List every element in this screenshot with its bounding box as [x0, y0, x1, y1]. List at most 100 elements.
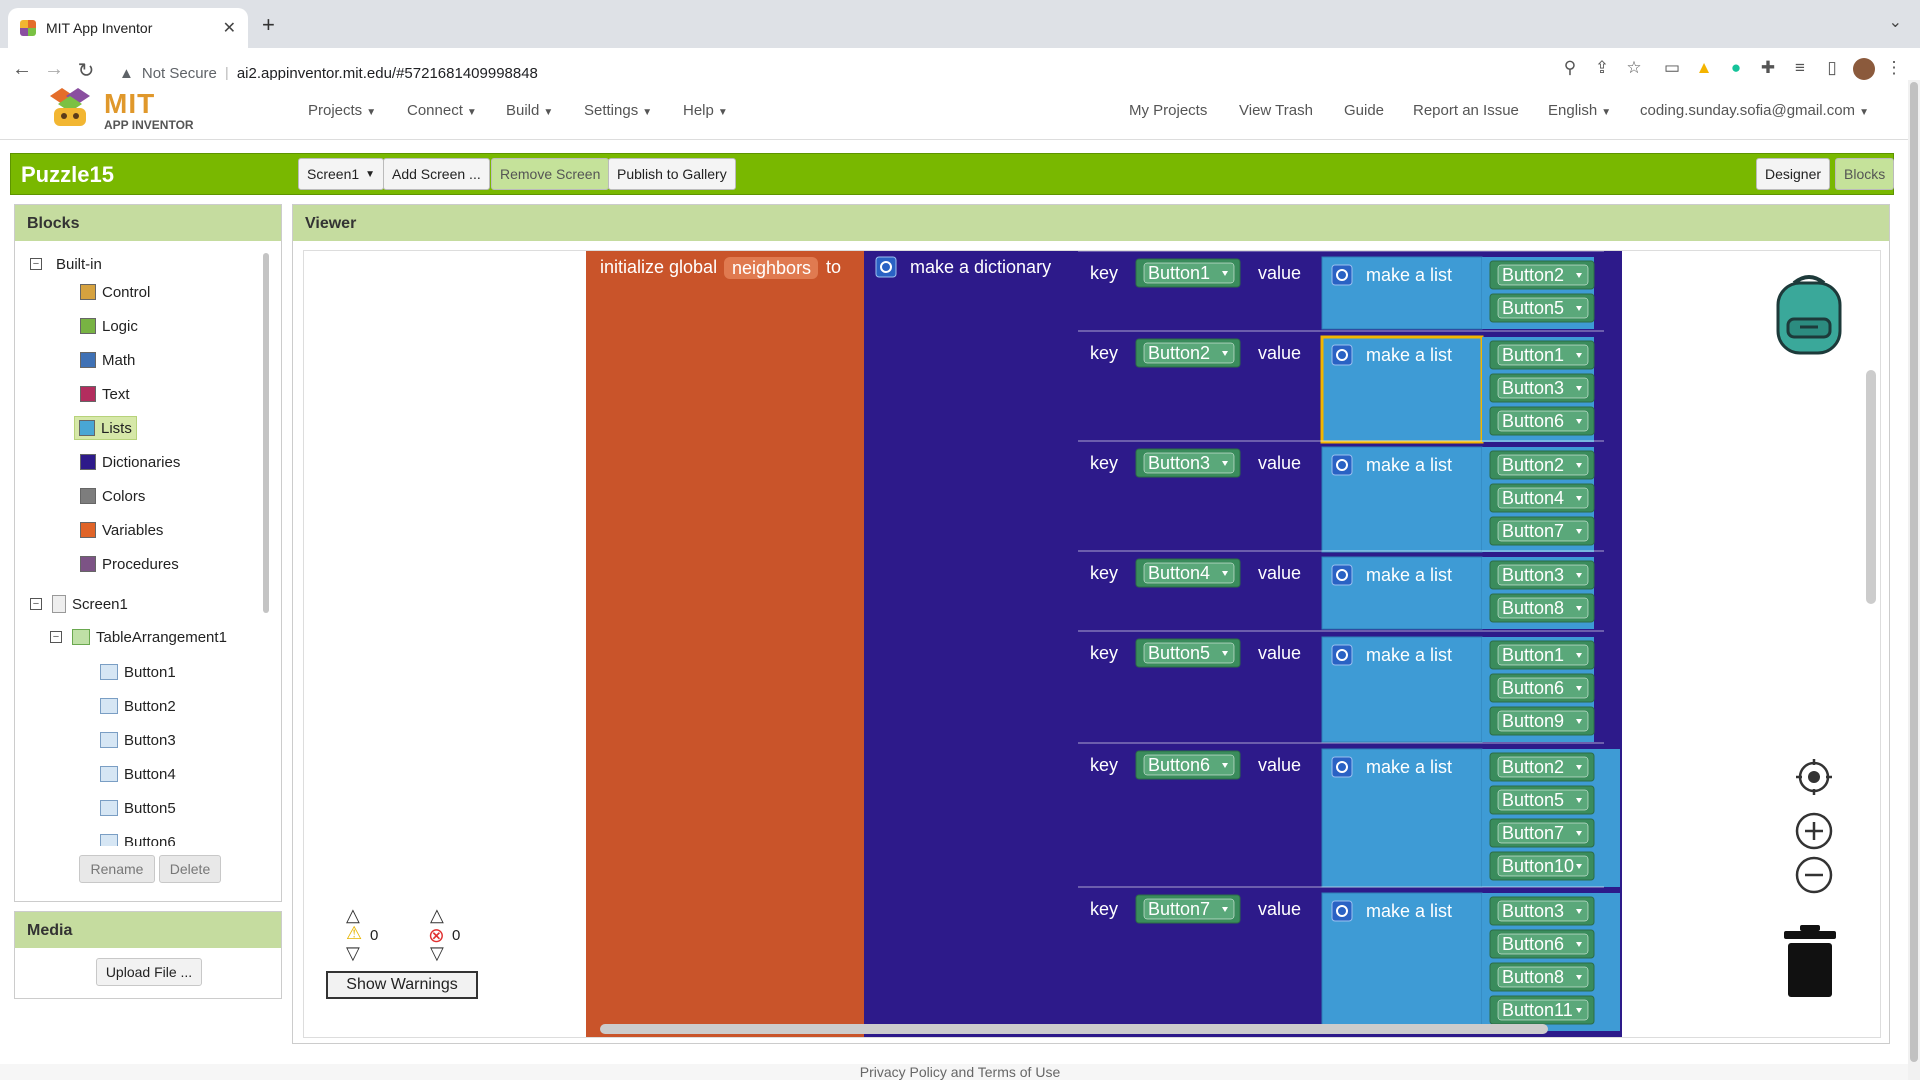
list-item-component-block[interactable]: Button10: [1489, 851, 1595, 881]
error-next-arrow-icon[interactable]: ▽: [430, 943, 444, 964]
tree-screen1[interactable]: − Screen1: [30, 592, 128, 616]
list-item-component-block[interactable]: Button4: [1489, 483, 1595, 513]
upload-file-button[interactable]: Upload File ...: [96, 958, 202, 986]
tree-builtin-procedures[interactable]: Procedures: [80, 552, 179, 576]
tree-builtin[interactable]: − Built-in: [30, 252, 102, 276]
tree-builtin-dictionaries[interactable]: Dictionaries: [80, 450, 180, 474]
key-component-block[interactable]: Button7: [1135, 894, 1241, 924]
key-component-block[interactable]: Button1: [1135, 258, 1241, 288]
link-guide[interactable]: Guide: [1344, 102, 1384, 119]
list-item-component-block[interactable]: Button3: [1489, 896, 1595, 926]
close-tab-icon[interactable]: ✕: [223, 18, 236, 38]
mutator-gear-icon[interactable]: [1331, 344, 1353, 366]
key-component-block[interactable]: Button2: [1135, 338, 1241, 368]
list-item-component-block[interactable]: Button3: [1489, 373, 1595, 403]
zoom-out-icon[interactable]: [1794, 855, 1834, 895]
page-scrollbar-thumb[interactable]: [1910, 82, 1918, 1062]
delete-button[interactable]: Delete: [159, 855, 221, 883]
list-item-component-block[interactable]: Button2: [1489, 260, 1595, 290]
variable-block-body[interactable]: [586, 251, 866, 1038]
zoom-icon[interactable]: ⚲: [1558, 58, 1582, 78]
list-item-component-block[interactable]: Button8: [1489, 962, 1595, 992]
list-item-component-block[interactable]: Button1: [1489, 340, 1595, 370]
list-item-component-block[interactable]: Button6: [1489, 406, 1595, 436]
publish-to-gallery-button[interactable]: Publish to Gallery: [608, 158, 736, 190]
tree-builtin-math[interactable]: Math: [80, 348, 135, 372]
list-item-component-block[interactable]: Button3: [1489, 560, 1595, 590]
menu-account[interactable]: coding.sunday.sofia@gmail.com ▼: [1640, 102, 1869, 119]
blocks-canvas[interactable]: initialize global neighbors to make a dicti…: [304, 251, 1881, 1038]
menu-connect[interactable]: Connect ▼: [407, 102, 477, 119]
cast-icon[interactable]: ▭: [1660, 58, 1684, 78]
tree-builtin-lists[interactable]: Lists: [74, 416, 137, 440]
extensions-puzzle-icon[interactable]: ✚: [1756, 58, 1780, 78]
menu-build[interactable]: Build ▼: [506, 102, 553, 119]
list-item-component-block[interactable]: Button6: [1489, 673, 1595, 703]
link-report-issue[interactable]: Report an Issue: [1413, 102, 1519, 119]
mutator-gear-icon[interactable]: [1331, 900, 1353, 922]
screen-select[interactable]: Screen1 ▼: [298, 158, 385, 190]
list-item-component-block[interactable]: Button11: [1489, 995, 1595, 1025]
mutator-gear-icon[interactable]: [1331, 454, 1353, 476]
tree-component-button3[interactable]: Button3: [100, 728, 176, 752]
menu-language[interactable]: English ▼: [1548, 102, 1611, 119]
mutator-gear-icon[interactable]: [1331, 264, 1353, 286]
mutator-gear-icon[interactable]: [1331, 644, 1353, 666]
remove-screen-button[interactable]: Remove Screen: [491, 158, 610, 190]
collapse-icon[interactable]: −: [30, 258, 42, 270]
share-icon[interactable]: ⇪: [1590, 58, 1614, 78]
footer-link[interactable]: Privacy Policy and Terms of Use: [0, 1064, 1920, 1080]
tree-component-button5[interactable]: Button5: [100, 796, 176, 820]
trash-can-icon[interactable]: [1780, 923, 1840, 999]
drive-icon[interactable]: ▲: [1692, 58, 1716, 78]
blocks-button[interactable]: Blocks: [1835, 158, 1895, 190]
tree-builtin-variables[interactable]: Variables: [80, 518, 163, 542]
list-item-component-block[interactable]: Button5: [1489, 785, 1595, 815]
rename-button[interactable]: Rename: [79, 855, 155, 883]
browser-tab[interactable]: MIT App Inventor ✕: [8, 8, 248, 48]
tree-component-button2[interactable]: Button2: [100, 694, 176, 718]
link-my-projects[interactable]: My Projects: [1129, 102, 1207, 119]
zoom-in-icon[interactable]: [1794, 811, 1834, 851]
collapse-icon[interactable]: −: [30, 598, 42, 610]
profile-avatar[interactable]: [1853, 58, 1875, 80]
side-panel-icon[interactable]: ▯: [1820, 58, 1844, 78]
list-item-component-block[interactable]: Button7: [1489, 818, 1595, 848]
list-item-component-block[interactable]: Button7: [1489, 516, 1595, 546]
bookmark-star-icon[interactable]: ☆: [1622, 58, 1646, 78]
backpack-icon[interactable]: [1764, 269, 1854, 359]
add-screen-button[interactable]: Add Screen ...: [383, 158, 490, 190]
blocks-workspace[interactable]: initialize global neighbors to make a dicti…: [303, 250, 1881, 1038]
tree-component-button6[interactable]: Button6: [100, 830, 176, 846]
mutator-gear-icon[interactable]: [1331, 564, 1353, 586]
list-item-component-block[interactable]: Button2: [1489, 450, 1595, 480]
tree-component-button1[interactable]: Button1: [100, 660, 176, 684]
warning-next-arrow-icon[interactable]: ▽: [346, 943, 360, 964]
reading-list-icon[interactable]: ≡: [1788, 58, 1812, 78]
list-item-component-block[interactable]: Button5: [1489, 293, 1595, 323]
link-view-trash[interactable]: View Trash: [1239, 102, 1313, 119]
recenter-target-icon[interactable]: [1794, 757, 1834, 797]
collapse-icon[interactable]: −: [50, 631, 62, 643]
tree-component-button4[interactable]: Button4: [100, 762, 176, 786]
list-item-component-block[interactable]: Button1: [1489, 640, 1595, 670]
page-scrollbar[interactable]: [1908, 80, 1920, 1080]
tree-builtin-text[interactable]: Text: [80, 382, 130, 406]
dictionary-block-body[interactable]: [864, 251, 1082, 1038]
mutator-gear-icon[interactable]: [1331, 756, 1353, 778]
tab-search-chevron-icon[interactable]: ⌄: [1889, 12, 1902, 32]
list-item-component-block[interactable]: Button2: [1489, 752, 1595, 782]
tree-builtin-colors[interactable]: Colors: [80, 484, 145, 508]
app-inventor-logo[interactable]: MIT APP INVENTOR: [44, 84, 204, 134]
workspace-horizontal-scrollbar[interactable]: [600, 1024, 1548, 1034]
menu-settings[interactable]: Settings ▼: [584, 102, 652, 119]
tree-table-arrangement[interactable]: − TableArrangement1: [50, 625, 227, 649]
key-component-block[interactable]: Button6: [1135, 750, 1241, 780]
menu-help[interactable]: Help ▼: [683, 102, 728, 119]
workspace-vertical-scrollbar[interactable]: [1866, 370, 1876, 604]
key-component-block[interactable]: Button4: [1135, 558, 1241, 588]
designer-button[interactable]: Designer: [1756, 158, 1831, 190]
menu-projects[interactable]: Projects ▼: [308, 102, 376, 119]
list-item-component-block[interactable]: Button9: [1489, 706, 1595, 736]
list-item-component-block[interactable]: Button8: [1489, 593, 1595, 623]
